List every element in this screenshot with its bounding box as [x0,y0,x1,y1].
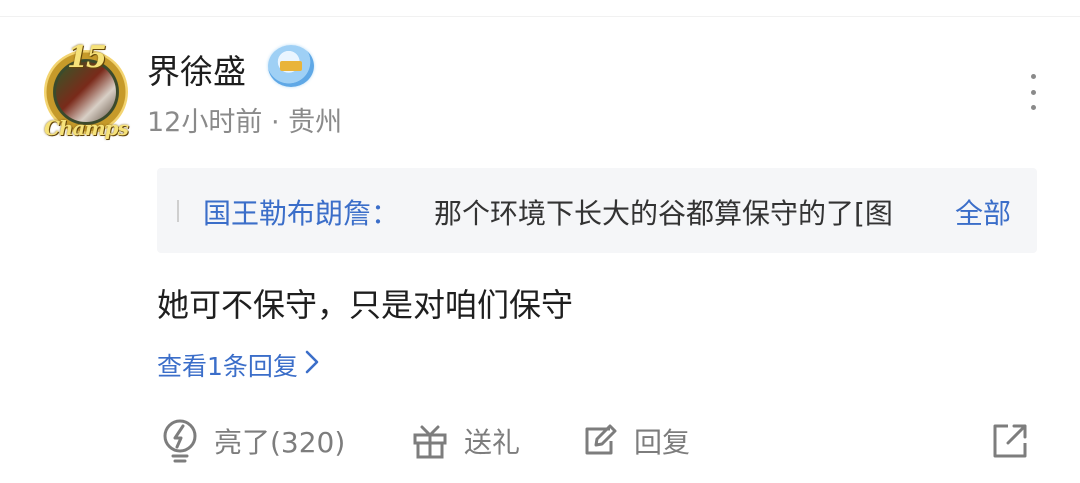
avatar[interactable]: 15 Champs [40,40,132,144]
post-meta: 12小时前 · 贵州 [147,100,342,139]
gift-label: 送礼 [464,426,521,459]
player-badge-icon[interactable] [268,45,314,87]
like-button[interactable]: 亮了(320) [160,418,345,464]
quote-bar [177,200,179,222]
reply-label: 回复 [634,426,691,459]
edit-comment-icon [580,421,620,461]
post-time: 12小时前 [147,107,263,138]
share-external-icon [990,421,1030,461]
share-button[interactable] [990,418,1030,464]
quote-expand-link[interactable]: 全部 [955,192,1011,232]
view-replies-link[interactable]: 查看1条回复 [157,347,320,383]
lightning-bulb-icon [160,418,200,464]
more-options-icon[interactable] [1020,70,1046,114]
quote-text: 那个环境下长大的谷都算保守的了[图 [434,197,893,230]
meta-separator: · [262,107,289,138]
quote-fade [899,188,947,232]
comment-content: 她可不保守，只是对咱们保守 [157,286,574,324]
post-location: 贵州 [288,107,343,138]
view-replies-label: 查看1条回复 [157,352,298,381]
quote-author[interactable]: 国王勒布朗詹： [203,192,399,232]
username[interactable]: 界徐盛 [147,45,246,93]
avatar-level-badge: 15 [67,40,107,75]
action-bar: 亮了(320) 送礼 回复 [160,418,1040,464]
avatar-champs-tag: Champs [44,116,129,140]
reply-button[interactable]: 回复 [580,418,690,464]
like-label: 亮了(320) [214,426,346,459]
chevron-right-icon [304,349,320,381]
top-divider [0,16,1080,17]
quoted-comment[interactable]: 国王勒布朗詹： 那个环境下长大的谷都算保守的了[图 全部 [157,168,1037,253]
gift-icon [410,421,450,461]
gift-button[interactable]: 送礼 [410,418,520,464]
